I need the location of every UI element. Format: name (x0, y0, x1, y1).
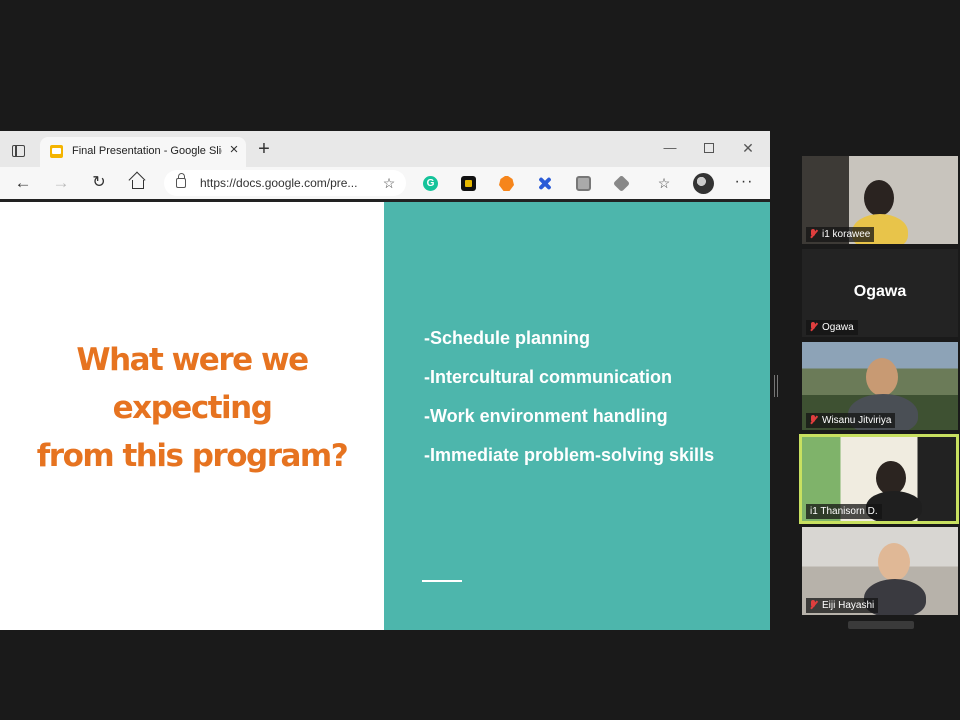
participant-video (864, 180, 894, 216)
slide-title-line: expecting (112, 390, 273, 426)
participant-name: Eiji Hayashi (806, 598, 879, 613)
bullet-item: -Work environment handling (424, 406, 668, 426)
participant-name: Ogawa (806, 320, 858, 335)
address-bar[interactable]: https://docs.google.com/pre... ☆ (164, 170, 406, 196)
reload-icon[interactable]: ↻ (88, 172, 110, 194)
favorite-add-icon[interactable]: ☆ (380, 174, 398, 192)
profile-avatar[interactable] (693, 173, 714, 194)
participant-name-text: Ogawa (822, 322, 854, 333)
extension-puzzle-icon[interactable] (613, 175, 630, 192)
grammarly-icon[interactable] (423, 176, 438, 191)
gallery-scrollbar[interactable] (848, 621, 914, 629)
mic-muted-icon (810, 322, 817, 332)
window-close-button[interactable]: ✕ (738, 138, 758, 158)
bullet-item: -Schedule planning (424, 328, 591, 348)
participant-tile[interactable]: Ogawa Ogawa (802, 249, 958, 337)
mic-muted-icon (810, 600, 817, 610)
participant-name: i1 Thanisorn D. (806, 504, 882, 519)
tab-close-icon[interactable]: × (227, 142, 241, 158)
extension-x-icon[interactable] (537, 176, 552, 191)
lock-icon[interactable] (176, 173, 186, 188)
participant-video (878, 543, 910, 581)
tab-final-presentation[interactable]: Final Presentation - Google Slides × (40, 137, 246, 167)
participant-display-name: Ogawa (853, 283, 907, 300)
new-tab-button[interactable]: + (255, 139, 273, 159)
participant-tile[interactable]: Wisanu Jitviriya (802, 342, 958, 430)
participant-name-text: Wisanu Jitviriya (822, 415, 892, 426)
participant-tile-active[interactable]: i1 Thanisorn D. (799, 434, 959, 524)
forward-icon[interactable]: → (50, 172, 72, 194)
favorites-icon[interactable]: ☆ (655, 174, 673, 192)
bullet-item: -Intercultural communication (424, 367, 673, 387)
participant-name: i1 korawee (806, 227, 875, 242)
layout-splitter-handle[interactable] (774, 375, 778, 397)
extension-icon[interactable] (461, 176, 476, 191)
slide-title: What were we expecting from this program… (30, 336, 354, 480)
url-text: https://docs.google.com/pre... (200, 176, 358, 190)
tab-title: Final Presentation - Google Slides (72, 145, 222, 157)
slide-title-line: What were we (76, 342, 309, 378)
participant-tile[interactable]: Eiji Hayashi (802, 527, 958, 615)
slide-right-panel: -Schedule planning -Intercultural commun… (384, 202, 770, 630)
participant-video (876, 461, 906, 495)
maximize-button[interactable] (699, 138, 719, 158)
mic-muted-icon (810, 415, 817, 425)
participant-name: Wisanu Jitviriya (806, 413, 896, 428)
home-icon[interactable] (127, 172, 149, 194)
bullet-list: -Schedule planning -Intercultural commun… (424, 325, 744, 481)
participant-tile[interactable]: i1 korawee (802, 156, 958, 244)
back-icon[interactable]: ← (12, 172, 34, 194)
slides-icon (50, 145, 63, 158)
shared-browser-window: Final Presentation - Google Slides × + —… (0, 131, 770, 630)
extension-camera-icon[interactable] (576, 176, 591, 191)
presentation-slide: What were we expecting from this program… (0, 202, 770, 630)
more-icon[interactable]: ··· (734, 172, 754, 192)
tab-bar: Final Presentation - Google Slides × + —… (0, 131, 770, 167)
participant-name-text: Eiji Hayashi (822, 600, 875, 611)
participant-name-text: i1 korawee (822, 229, 871, 240)
tab-actions-icon[interactable] (8, 141, 30, 163)
participant-video (866, 358, 898, 396)
slide-underline (422, 580, 462, 582)
slide-title-line: from this program? (36, 438, 349, 474)
participant-name-text: i1 Thanisorn D. (810, 506, 878, 517)
metamask-icon[interactable] (499, 176, 514, 191)
mic-muted-icon (810, 229, 817, 239)
slide-left-panel: What were we expecting from this program… (0, 202, 384, 630)
browser-toolbar: ← → ↻ https://docs.google.com/pre... ☆ ☆… (0, 167, 770, 199)
bullet-item: -Immediate problem-solving skills (424, 445, 715, 465)
minimize-button[interactable]: — (660, 138, 680, 158)
